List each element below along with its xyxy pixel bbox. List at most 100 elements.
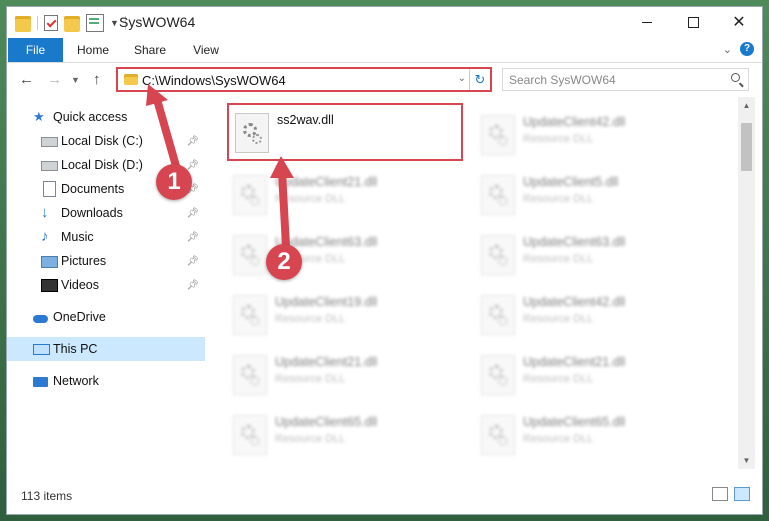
tab-file[interactable]: File: [8, 38, 63, 62]
minimize-icon: [642, 21, 652, 23]
downloads-icon: ↓: [41, 204, 49, 221]
maximize-icon: [687, 16, 699, 28]
sidebar-item-music[interactable]: ♪ Music 📌︎: [7, 225, 205, 249]
sidebar-item-label: Local Disk (D:): [61, 158, 143, 172]
sidebar-item-label: Network: [53, 374, 99, 388]
dll-file-icon: [481, 355, 515, 395]
refresh-icon[interactable]: ↻: [469, 69, 490, 90]
file-item[interactable]: UpdateClient42.dll Resource DLL: [475, 107, 705, 163]
search-icon[interactable]: [731, 73, 740, 82]
sidebar-item-local-disk-c[interactable]: Local Disk (C:) 📌︎: [7, 129, 205, 153]
dll-file-icon: [233, 415, 267, 455]
scroll-up-arrow-icon[interactable]: ▲: [738, 97, 755, 114]
address-dropdown-chevron-icon[interactable]: ⌄: [458, 73, 466, 84]
sidebar-item-downloads[interactable]: ↓ Downloads 📌︎: [7, 201, 205, 225]
status-bar: 113 items: [7, 483, 762, 511]
callout-number-1: 1: [156, 164, 192, 200]
vertical-scrollbar[interactable]: ▲ ▼: [738, 97, 755, 469]
file-type: Resource DLL: [275, 373, 346, 385]
up-arrow-icon[interactable]: ↑: [93, 71, 101, 88]
sidebar-item-label: OneDrive: [53, 310, 106, 324]
checkmark-icon[interactable]: [44, 14, 58, 31]
local-disk-icon: [41, 161, 58, 171]
file-item[interactable]: UpdateClient21.dll Resource DLL: [227, 167, 457, 223]
file-item[interactable]: UpdateClient65.dll Resource DLL: [475, 407, 705, 463]
file-name: UpdateClient42.dll: [523, 115, 626, 129]
sidebar-item-videos[interactable]: Videos 📌︎: [7, 273, 205, 297]
scrollbar-thumb[interactable]: [741, 123, 752, 171]
file-item[interactable]: UpdateClient65.dll Resource DLL: [227, 407, 457, 463]
pin-icon[interactable]: 📌︎: [186, 136, 199, 147]
documents-icon: [43, 181, 56, 197]
dll-file-icon: [481, 115, 515, 155]
sidebar-item-label: Music: [61, 230, 94, 244]
file-name: UpdateClient21.dll: [275, 175, 378, 189]
file-type: Resource DLL: [523, 433, 594, 445]
help-icon[interactable]: ?: [740, 42, 754, 56]
file-type: Resource DLL: [523, 253, 594, 265]
properties-icon[interactable]: [86, 13, 104, 32]
pictures-icon: [41, 256, 58, 268]
sidebar-item-quick-access[interactable]: ★ Quick access: [7, 105, 205, 129]
pin-icon[interactable]: 📌︎: [186, 280, 199, 291]
folder-icon[interactable]: [15, 16, 31, 32]
dll-file-icon: [235, 113, 269, 153]
sidebar-item-pictures[interactable]: Pictures 📌︎: [7, 249, 205, 273]
scroll-down-arrow-icon[interactable]: ▼: [738, 452, 755, 469]
file-name: UpdateClient65.dll: [275, 415, 378, 429]
file-name: UpdateClient19.dll: [275, 295, 378, 309]
file-item[interactable]: UpdateClient63.dll Resource DLL: [475, 227, 705, 283]
tab-home[interactable]: Home: [67, 38, 119, 62]
file-list-pane: ss2wav.dll UpdateClient21.dll Resource D…: [207, 97, 738, 469]
window-controls: ✕: [624, 7, 762, 37]
file-item[interactable]: UpdateClient63.dll Resource DLL: [227, 227, 457, 283]
address-row: ← → ▼ ↑ C:\Windows\SysWOW64 ⌄ ↻ Search S…: [7, 63, 762, 95]
file-item[interactable]: UpdateClient42.dll Resource DLL: [475, 287, 705, 343]
folder-icon: [124, 74, 138, 85]
file-item[interactable]: UpdateClient19.dll Resource DLL: [227, 287, 457, 343]
tab-share[interactable]: Share: [125, 38, 175, 62]
dll-file-icon: [233, 235, 267, 275]
quick-access-toolbar: ▼: [15, 13, 126, 32]
pin-icon[interactable]: 📌︎: [186, 208, 199, 219]
sidebar-item-onedrive[interactable]: OneDrive: [7, 305, 205, 329]
file-item[interactable]: UpdateClient5.dll Resource DLL: [475, 167, 705, 223]
file-name: UpdateClient5.dll: [523, 175, 619, 189]
search-input[interactable]: Search SysWOW64: [502, 68, 749, 91]
file-item[interactable]: UpdateClient21.dll Resource DLL: [475, 347, 705, 403]
close-button[interactable]: ✕: [716, 7, 762, 37]
new-folder-icon[interactable]: [64, 16, 80, 32]
details-view-icon[interactable]: [712, 487, 728, 501]
expand-ribbon-chevron-icon[interactable]: ⌄: [723, 43, 732, 56]
navigation-pane: ★ Quick access Local Disk (C:) 📌︎ Local …: [7, 97, 205, 469]
forward-arrow-icon[interactable]: →: [47, 71, 62, 88]
item-count: 113 items: [21, 489, 73, 503]
sidebar-item-label: Local Disk (C:): [61, 134, 143, 148]
pin-icon[interactable]: 📌︎: [186, 232, 199, 243]
ribbon-right-controls: ⌄ ?: [723, 42, 754, 56]
sidebar-item-network[interactable]: Network: [7, 369, 205, 393]
pin-icon[interactable]: 📌︎: [186, 256, 199, 267]
address-bar[interactable]: C:\Windows\SysWOW64 ⌄ ↻: [116, 67, 492, 92]
dll-file-icon: [233, 295, 267, 335]
sidebar-item-label: Videos: [61, 278, 99, 292]
sidebar-item-this-pc[interactable]: This PC: [7, 337, 205, 361]
videos-icon: [41, 279, 58, 292]
title-bar: ▼ SysWOW64 ✕: [7, 7, 762, 37]
pin-icon[interactable]: 📌︎: [186, 160, 199, 171]
back-arrow-icon[interactable]: ←: [19, 71, 34, 88]
sidebar-item-label: Downloads: [61, 206, 123, 220]
large-icons-view-icon[interactable]: [734, 487, 750, 501]
recent-locations-chevron-icon[interactable]: ▼: [71, 75, 80, 85]
maximize-button[interactable]: [670, 7, 716, 37]
address-path[interactable]: C:\Windows\SysWOW64: [142, 73, 286, 88]
file-item-ss2wav[interactable]: ss2wav.dll: [227, 103, 463, 161]
file-name: ss2wav.dll: [277, 113, 334, 127]
file-type: Resource DLL: [275, 193, 346, 205]
dll-file-icon: [481, 415, 515, 455]
file-item[interactable]: UpdateClient21.dll Resource DLL: [227, 347, 457, 403]
tab-view[interactable]: View: [182, 38, 230, 62]
chevron-down-icon[interactable]: ▼: [110, 18, 119, 28]
this-pc-icon: [33, 344, 50, 355]
minimize-button[interactable]: [624, 7, 670, 37]
